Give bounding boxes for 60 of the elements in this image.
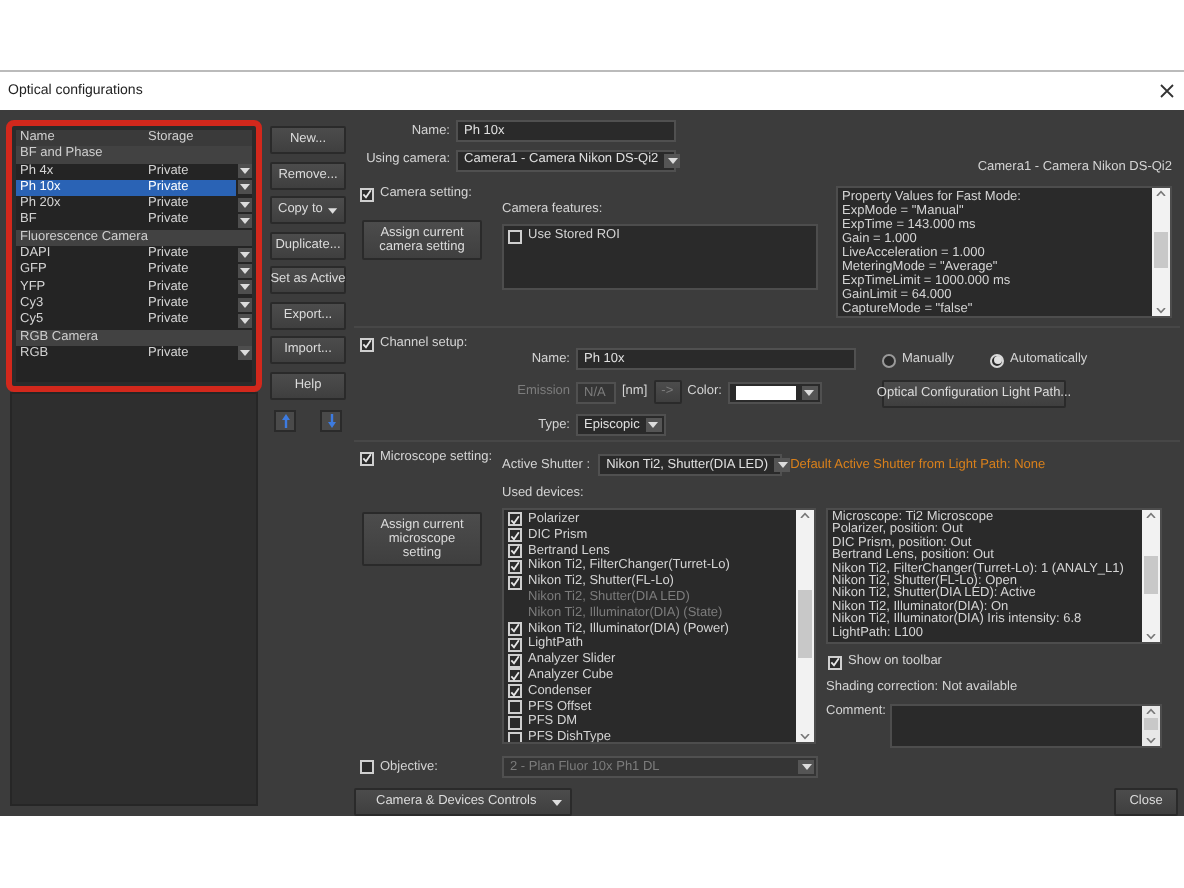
storage-dropdown[interactable]: [238, 297, 252, 312]
checkbox[interactable]: [508, 543, 522, 558]
checkbox[interactable]: [508, 653, 522, 668]
up-arrow-icon: [281, 414, 289, 428]
storage-dropdown[interactable]: [238, 180, 252, 195]
checkbox[interactable]: [508, 684, 522, 699]
up-chevron-icon: [800, 512, 810, 518]
checkbox[interactable]: [360, 187, 374, 201]
down-chevron-icon: [1146, 738, 1156, 744]
checkbox[interactable]: [360, 760, 374, 774]
scrollbar[interactable]: [1142, 706, 1160, 746]
checkbox[interactable]: [508, 512, 522, 527]
checkbox[interactable]: [360, 451, 374, 465]
close-icon[interactable]: [1160, 84, 1174, 98]
caret-icon: [328, 207, 338, 213]
scrollbar-thumb[interactable]: [1144, 718, 1158, 730]
scrollbar[interactable]: [1142, 510, 1160, 642]
storage-dropdown[interactable]: [238, 346, 252, 361]
storage-dropdown[interactable]: [238, 263, 252, 278]
checkbox[interactable]: [508, 668, 522, 683]
storage-dropdown[interactable]: [238, 164, 252, 179]
storage-dropdown[interactable]: [238, 280, 252, 295]
checkbox[interactable]: [508, 699, 522, 714]
storage-dropdown[interactable]: [238, 313, 252, 328]
checkbox[interactable]: [508, 715, 522, 730]
radio-button[interactable]: [882, 353, 896, 367]
checkbox[interactable]: [360, 337, 374, 351]
caret-icon: [648, 422, 659, 428]
checkbox[interactable]: [508, 731, 522, 742]
move-up-button[interactable]: [274, 410, 296, 432]
up-chevron-icon: [1146, 512, 1156, 518]
caret-icon: [552, 799, 563, 805]
checkbox[interactable]: [508, 621, 522, 636]
storage-dropdown[interactable]: [238, 197, 252, 212]
checkbox[interactable]: [508, 528, 522, 543]
scrollbar[interactable]: [1152, 188, 1170, 316]
scrollbar[interactable]: [796, 510, 814, 742]
scrollbar-thumb[interactable]: [798, 590, 812, 659]
checkbox[interactable]: [508, 559, 522, 574]
comment-field[interactable]: [889, 704, 1162, 748]
checkbox[interactable]: [508, 229, 522, 243]
up-chevron-icon: [1146, 708, 1156, 714]
caret-icon: [801, 764, 811, 770]
move-down-button[interactable]: [320, 410, 342, 432]
down-chevron-icon: [1156, 307, 1166, 314]
caret-icon: [667, 157, 678, 163]
down-chevron-icon: [1146, 633, 1156, 640]
checkbox[interactable]: [508, 575, 522, 590]
caret-icon: [777, 462, 787, 468]
checkbox[interactable]: [828, 655, 842, 669]
color-dropdown[interactable]: [727, 381, 822, 403]
scrollbar-thumb[interactable]: [1154, 231, 1168, 269]
down-chevron-icon: [800, 733, 810, 740]
storage-dropdown[interactable]: [238, 214, 252, 229]
scrollbar-thumb[interactable]: [1144, 555, 1158, 594]
storage-dropdown[interactable]: [238, 247, 252, 262]
checkbox[interactable]: [508, 637, 522, 652]
down-arrow-icon: [327, 414, 335, 428]
caret-icon: [804, 389, 815, 395]
up-chevron-icon: [1156, 190, 1166, 196]
